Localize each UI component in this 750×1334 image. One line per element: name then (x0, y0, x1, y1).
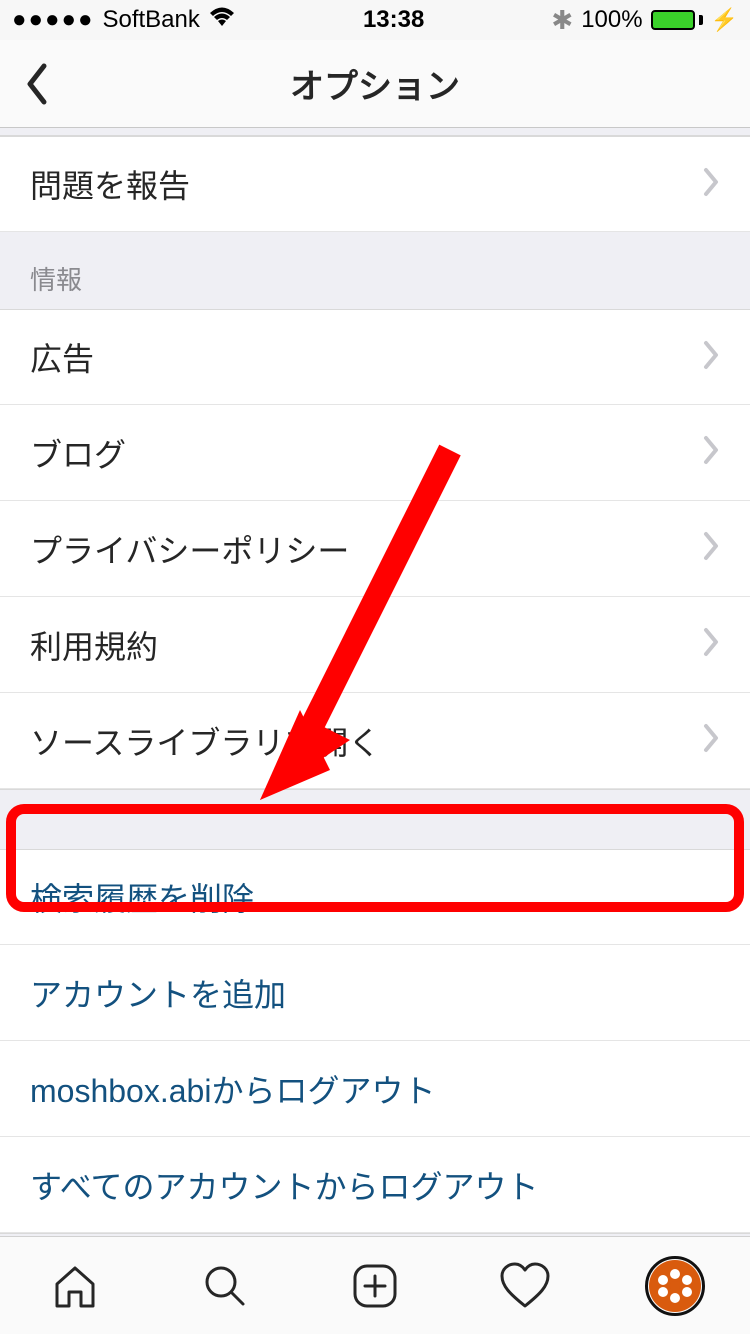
chevron-right-icon (702, 167, 720, 202)
row-logout-user[interactable]: moshbox.abiからログアウト (0, 1041, 750, 1137)
tab-activity[interactable] (450, 1237, 600, 1334)
back-button[interactable] (8, 40, 66, 127)
plus-square-icon (349, 1260, 401, 1312)
home-icon (49, 1260, 101, 1312)
row-label: 検索履歴を削除 (30, 874, 720, 920)
clock: 13:38 (363, 6, 424, 34)
row-label: 問題を報告 (30, 161, 702, 207)
row-report-problem[interactable]: 問題を報告 (0, 136, 750, 232)
row-blog[interactable]: ブログ (0, 405, 750, 501)
search-icon (199, 1260, 251, 1312)
chevron-right-icon (702, 627, 720, 662)
row-label: moshbox.abiからログアウト (30, 1066, 720, 1112)
tab-home[interactable] (0, 1237, 150, 1334)
bluetooth-icon: ✱ (551, 5, 573, 36)
row-add-account[interactable]: アカウントを追加 (0, 945, 750, 1041)
row-label: ブログ (30, 430, 702, 476)
tab-new-post[interactable] (300, 1237, 450, 1334)
back-chevron-icon (24, 62, 50, 106)
row-privacy-policy[interactable]: プライバシーポリシー (0, 501, 750, 597)
row-label: ソースライブラリを開く (30, 718, 702, 764)
tab-profile[interactable] (600, 1237, 750, 1334)
chevron-right-icon (702, 435, 720, 470)
section-header-info: 情報 (0, 232, 750, 309)
row-label: アカウントを追加 (30, 970, 720, 1016)
carrier-label: SoftBank (102, 6, 199, 34)
row-label: プライバシーポリシー (30, 526, 702, 572)
charging-icon: ⚡ (711, 7, 738, 33)
content-scroll[interactable]: 問題を報告 情報 広告 ブログ プライバシーポリシー 利用規約 ソースライブラリ… (0, 128, 750, 1236)
tab-bar (0, 1236, 750, 1334)
row-open-source[interactable]: ソースライブラリを開く (0, 693, 750, 789)
row-clear-search-history[interactable]: 検索履歴を削除 (0, 849, 750, 945)
row-terms[interactable]: 利用規約 (0, 597, 750, 693)
row-label: 利用規約 (30, 622, 702, 668)
row-label: すべてのアカウントからログアウト (30, 1162, 720, 1208)
battery-pct: 100% (581, 6, 642, 34)
chevron-right-icon (702, 723, 720, 758)
heart-icon (498, 1260, 552, 1312)
tab-search[interactable] (150, 1237, 300, 1334)
wifi-icon (208, 6, 236, 35)
battery-icon (651, 10, 703, 30)
chevron-right-icon (702, 531, 720, 566)
nav-bar: オプション (0, 40, 750, 128)
row-logout-all[interactable]: すべてのアカウントからログアウト (0, 1137, 750, 1233)
signal-dots-icon: ●●●●● (12, 6, 94, 34)
row-label: 広告 (30, 334, 702, 380)
row-ads[interactable]: 広告 (0, 309, 750, 405)
chevron-right-icon (702, 340, 720, 375)
page-title: オプション (0, 59, 750, 108)
status-bar: ●●●●● SoftBank 13:38 ✱ 100% ⚡ (0, 0, 750, 40)
profile-avatar-icon (649, 1260, 701, 1312)
